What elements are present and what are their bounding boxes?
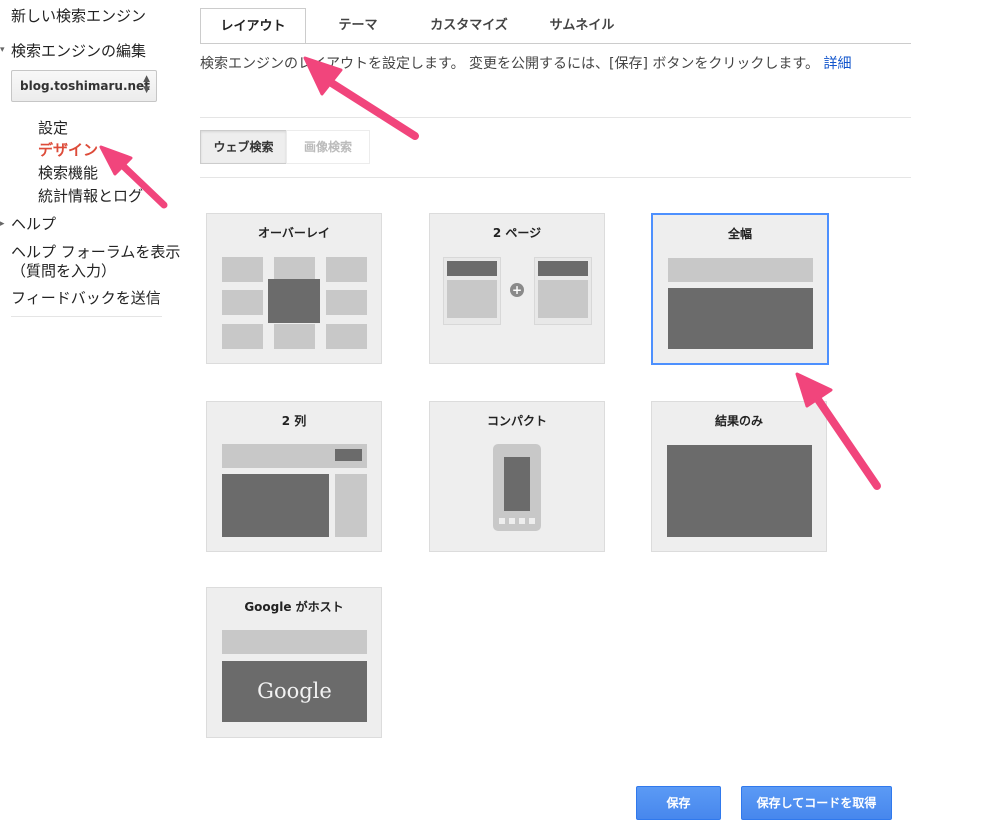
- page-one-preview: [443, 257, 501, 325]
- layout-google-hosted-title: Google がホスト: [244, 600, 344, 614]
- sidebar-divider: [11, 316, 162, 317]
- layout-results-only-title: 結果のみ: [714, 414, 763, 428]
- layout-compact-card[interactable]: コンパクト: [429, 401, 605, 552]
- overlay-thumb: [222, 324, 263, 349]
- section-divider: [200, 117, 911, 118]
- save-button[interactable]: 保存: [636, 786, 721, 820]
- layout-two-column-title: 2 列: [281, 414, 307, 428]
- overlay-thumb: [274, 324, 315, 349]
- tab-thumbnail[interactable]: サムネイル: [535, 8, 629, 44]
- site-select-value: blog.toshimaru.net: [20, 79, 150, 93]
- page-body: [447, 280, 497, 318]
- select-arrows-icon: ▲ ▼: [143, 74, 150, 95]
- tab-theme[interactable]: テーマ: [320, 8, 396, 44]
- overlay-popup: [268, 279, 320, 323]
- save-and-get-code-button[interactable]: 保存してコードを取得: [741, 786, 892, 820]
- layout-overlay-title: オーバーレイ: [258, 226, 330, 240]
- phone-screen: [504, 457, 530, 511]
- overlay-thumb: [222, 290, 263, 315]
- image-search-toggle[interactable]: 画像検索: [286, 130, 370, 164]
- page-header: [538, 261, 588, 276]
- phone-icon: [493, 444, 541, 531]
- feedback-link[interactable]: フィードバックを送信: [11, 287, 161, 308]
- layout-full-width-card[interactable]: 全幅: [651, 213, 829, 365]
- section-divider-2: [200, 177, 911, 178]
- layout-results-only-card[interactable]: 結果のみ: [651, 401, 827, 552]
- layout-description: 検索エンジンのレイアウトを設定します。 変更を公開するには、[保存] ボタンをク…: [200, 55, 905, 73]
- nav-search-features[interactable]: 検索機能: [38, 162, 98, 183]
- layout-full-width-title: 全幅: [727, 227, 752, 241]
- two-column-refinements: [335, 474, 367, 537]
- help-forum-note[interactable]: （質問を入力）: [11, 260, 116, 281]
- layout-two-page-title: 2 ページ: [492, 226, 542, 240]
- google-hosted-searchbar: [222, 630, 367, 654]
- layout-two-column-card[interactable]: 2 列: [206, 401, 382, 552]
- google-logo: Google: [257, 679, 332, 703]
- help-forum-link[interactable]: ヘルプ フォーラムを表示: [11, 241, 180, 262]
- nav-settings[interactable]: 設定: [38, 117, 68, 138]
- collapse-arrow-icon: ▸: [0, 219, 5, 229]
- layout-compact-title: コンパクト: [486, 414, 547, 428]
- edit-search-engine-link[interactable]: 検索エンジンの編集: [11, 40, 146, 61]
- site-select[interactable]: blog.toshimaru.net ▲ ▼: [11, 70, 157, 102]
- tab-layout[interactable]: レイアウト: [200, 8, 306, 44]
- layout-two-page-card[interactable]: 2 ページ +: [429, 213, 605, 364]
- plus-icon: +: [510, 283, 524, 297]
- new-search-engine-link[interactable]: 新しい検索エンジン: [11, 5, 146, 26]
- nav-statistics-logs[interactable]: 統計情報とログ: [38, 185, 143, 206]
- page-body: [538, 280, 588, 318]
- page-two-preview: [534, 257, 592, 325]
- page-header: [447, 261, 497, 276]
- tab-divider: [200, 43, 911, 44]
- two-column-results: [222, 474, 329, 537]
- nav-design[interactable]: デザイン: [38, 139, 98, 160]
- web-search-toggle[interactable]: ウェブ検索: [200, 130, 287, 164]
- layout-overlay-card[interactable]: オーバーレイ: [206, 213, 382, 364]
- overlay-thumb: [222, 257, 263, 282]
- full-width-results: [668, 288, 813, 349]
- results-only-results: [667, 445, 812, 537]
- tab-customize[interactable]: カスタマイズ: [415, 8, 523, 44]
- layout-google-hosted-card[interactable]: Google がホスト Google: [206, 587, 382, 738]
- google-hosted-results: Google: [222, 661, 367, 722]
- expand-arrow-icon: ▾: [0, 45, 5, 55]
- description-text: 検索エンジンのレイアウトを設定します。 変更を公開するには、[保存] ボタンをク…: [200, 56, 820, 72]
- full-width-searchbar: [668, 258, 813, 282]
- help-link[interactable]: ヘルプ: [11, 213, 56, 234]
- two-column-button: [335, 449, 362, 461]
- details-link[interactable]: 詳細: [823, 56, 851, 72]
- overlay-thumb: [326, 324, 367, 349]
- overlay-thumb: [326, 257, 367, 282]
- overlay-thumb: [326, 290, 367, 315]
